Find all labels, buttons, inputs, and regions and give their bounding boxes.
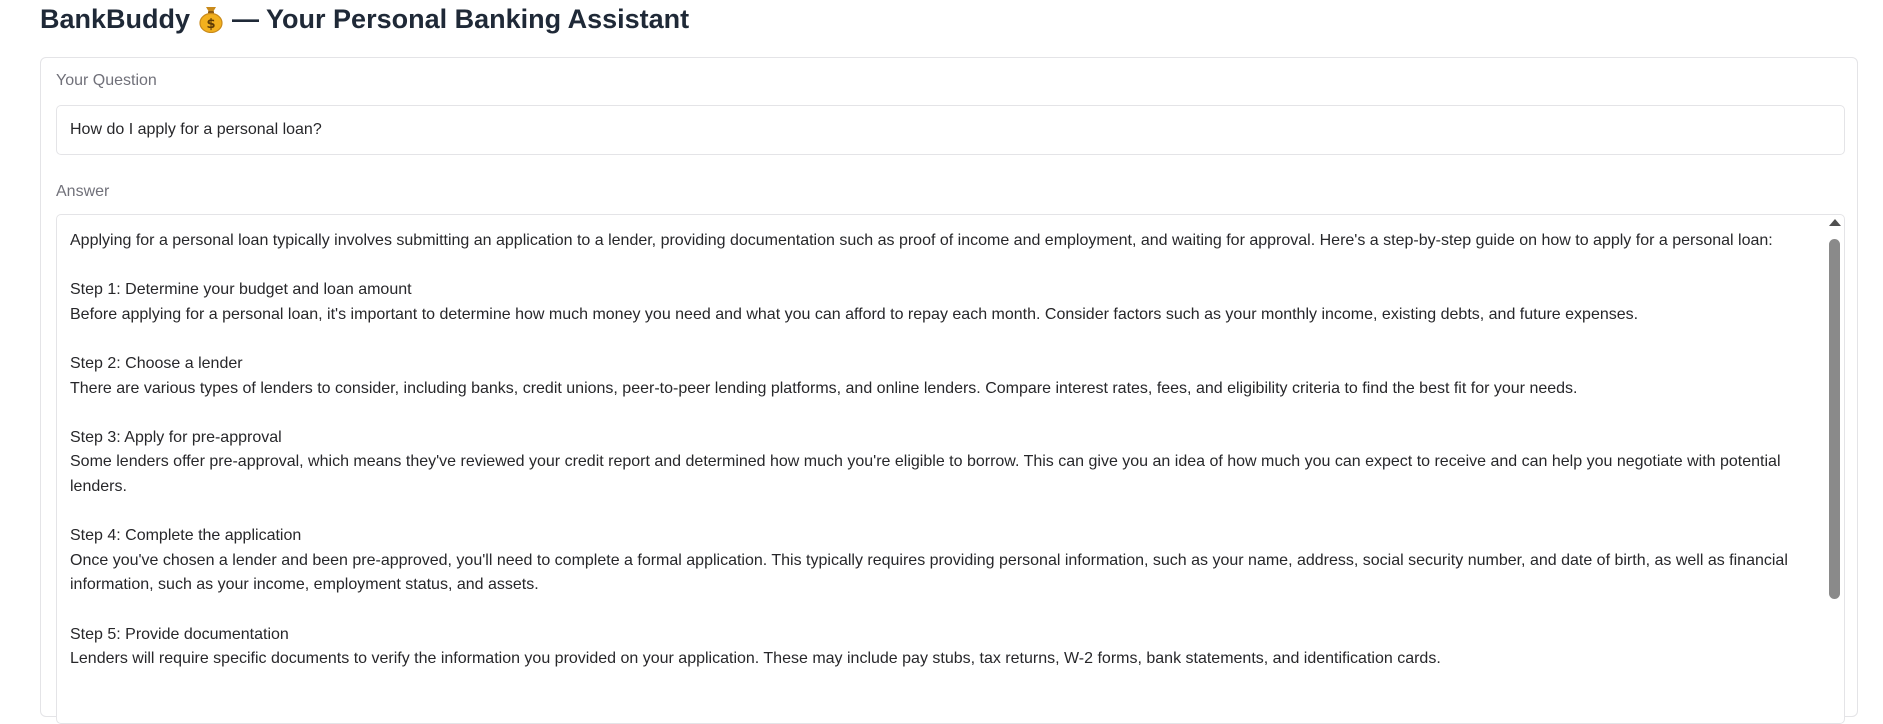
svg-text:$: $ [207,17,216,32]
page-title: BankBuddy $ — Your Personal Banking Assi… [40,0,689,38]
scroll-up-arrow-icon[interactable] [1829,219,1841,226]
question-input[interactable] [56,105,1845,155]
qa-panel: Your Question Answer Applying for a pers… [40,57,1858,724]
app-tagline: — Your Personal Banking Assistant [232,4,690,34]
money-bag-icon: $ [199,7,223,33]
answer-textarea[interactable]: Applying for a personal loan typically i… [56,214,1845,724]
question-label: Your Question [56,72,157,89]
answer-scrollbar[interactable] [1828,219,1842,723]
answer-label: Answer [56,183,110,200]
answer-text: Applying for a personal loan typically i… [70,232,1788,668]
scroll-thumb[interactable] [1829,239,1840,599]
app-name: BankBuddy [40,4,191,34]
